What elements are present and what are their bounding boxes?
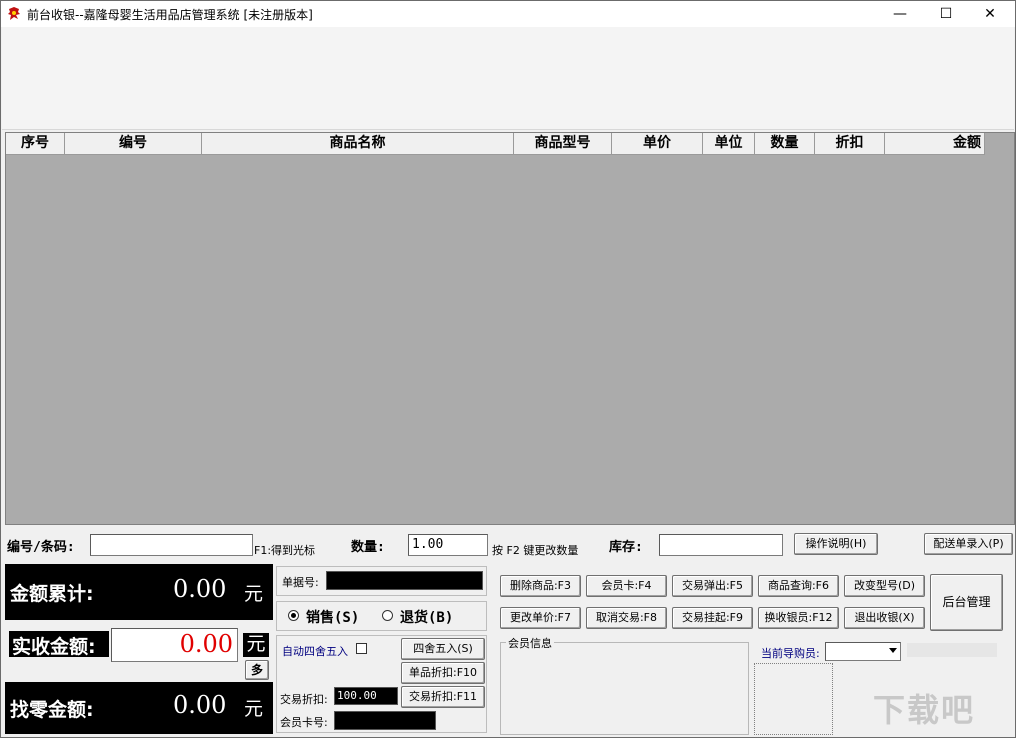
sale-radio[interactable] [288, 610, 299, 621]
member-info-label: 会员信息 [506, 635, 554, 651]
column-header-name[interactable]: 商品名称 [202, 133, 514, 155]
switch-cashier-button[interactable]: 换收银员:F12 [758, 607, 839, 629]
member-card-label: 会员卡号: [280, 716, 328, 729]
sum-label: 金额累计: [10, 583, 94, 605]
delivery-entry-button[interactable]: 配送单录入(P) [924, 533, 1013, 555]
trade-popup-button[interactable]: 交易弹出:F5 [672, 575, 753, 597]
auto-round-checkbox[interactable] [356, 643, 367, 654]
shopping-guide-label: 当前导购员: [761, 647, 820, 660]
column-header-model[interactable]: 商品型号 [514, 133, 612, 155]
qty-label: 数量: [351, 540, 385, 555]
exit-cashier-button[interactable]: 退出收银(X) [844, 607, 925, 629]
stock-label: 库存: [609, 540, 643, 555]
column-header-qty[interactable]: 数量 [755, 133, 815, 155]
grid-header: 序号 编号 商品名称 商品型号 单价 单位 数量 折扣 金额 [6, 133, 985, 155]
trade-discount-button[interactable]: 交易折扣:F11 [401, 686, 485, 708]
item-discount-button[interactable]: 单品折扣:F10 [401, 662, 485, 684]
qty-input[interactable]: 1.00 [408, 534, 488, 556]
member-card-input[interactable] [334, 711, 436, 730]
column-header-discount[interactable]: 折扣 [815, 133, 885, 155]
title-bar: 前台收银--嘉隆母婴生活用品店管理系统 [未注册版本] — ☐ ✕ [1, 1, 1015, 27]
minimize-button[interactable]: — [877, 1, 923, 27]
change-price-button[interactable]: 更改单价:F7 [500, 607, 581, 629]
chevron-down-icon[interactable] [889, 648, 897, 653]
member-info-group [500, 642, 749, 735]
code-label: 编号/条码: [7, 540, 75, 555]
f1-hint: F1:得到光标 [254, 544, 316, 557]
trade-discount-label: 交易折扣: [280, 693, 328, 706]
return-label[interactable]: 退货(B) [400, 607, 453, 627]
maximize-button[interactable]: ☐ [923, 1, 969, 27]
sales-grid[interactable]: 序号 编号 商品名称 商品型号 单价 单位 数量 折扣 金额 [5, 132, 1015, 525]
trade-discount-input[interactable]: 100.00 [334, 687, 398, 705]
receipt-input[interactable] [326, 571, 483, 590]
stock-input[interactable] [659, 534, 783, 556]
close-button[interactable]: ✕ [967, 1, 1013, 27]
multi-pay-button[interactable]: 多 [245, 660, 269, 680]
receipt-label: 单据号: [282, 576, 319, 589]
change-model-button[interactable]: 改变型号(D) [844, 575, 925, 597]
status-strip [907, 643, 997, 657]
top-panel [2, 27, 1014, 130]
change-label: 找零金额: [10, 699, 94, 721]
code-input[interactable] [90, 534, 253, 556]
sum-value: 0.00 [173, 575, 227, 603]
return-radio[interactable] [382, 610, 393, 621]
app-icon [8, 7, 20, 20]
shopping-guide-select[interactable] [825, 642, 901, 661]
delete-item-button[interactable]: 删除商品:F3 [500, 575, 581, 597]
received-value: 0.00 [179, 630, 233, 658]
change-unit: 元 [244, 698, 264, 720]
admin-button[interactable]: 后台管理 [930, 574, 1003, 631]
watermark-text: 下载吧 [873, 691, 976, 729]
sale-label[interactable]: 销售(S) [306, 607, 359, 627]
suspend-trade-button[interactable]: 交易挂起:F9 [672, 607, 753, 629]
product-search-button[interactable]: 商品查询:F6 [758, 575, 839, 597]
sum-unit: 元 [244, 583, 264, 605]
member-card-button[interactable]: 会员卡:F4 [586, 575, 667, 597]
auto-round-label: 自动四舍五入 [282, 645, 348, 658]
round-button[interactable]: 四舍五入(S) [401, 638, 485, 660]
received-label: 实收金额: [12, 636, 96, 658]
window-title: 前台收银--嘉隆母婴生活用品店管理系统 [未注册版本] [27, 8, 313, 22]
f2-hint: 按 F2 键更改数量 [492, 544, 579, 557]
cancel-trade-button[interactable]: 取消交易:F8 [586, 607, 667, 629]
column-header-code[interactable]: 编号 [65, 133, 202, 155]
change-value: 0.00 [173, 691, 227, 719]
column-header-index[interactable]: 序号 [6, 133, 65, 155]
received-unit: 元 [243, 633, 269, 657]
column-header-price[interactable]: 单价 [612, 133, 703, 155]
guide-photo-box [754, 663, 833, 735]
help-button[interactable]: 操作说明(H) [794, 533, 878, 555]
received-input[interactable]: 0.00 [111, 628, 238, 662]
main-window: 前台收银--嘉隆母婴生活用品店管理系统 [未注册版本] — ☐ ✕ 序号 编号 … [0, 0, 1016, 738]
column-header-amount[interactable]: 金额 [885, 133, 985, 155]
column-header-unit[interactable]: 单位 [703, 133, 755, 155]
